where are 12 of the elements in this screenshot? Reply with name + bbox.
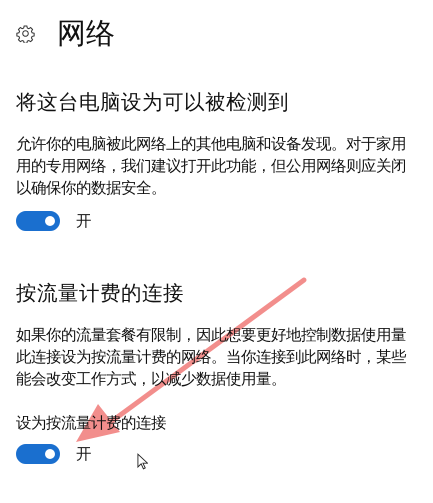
section-description: 如果你的流量套餐有限制，因此想要更好地控制数据使用量此连接设为按流量计费的网络。当你连接到此网络时，某些能会改变工作方式，以减少数据使用量。 — [16, 325, 408, 390]
section-heading: 将这台电脑设为可以被检测到 — [16, 89, 290, 116]
mouse-cursor-icon — [137, 452, 148, 470]
toggle-switch[interactable] — [16, 211, 60, 231]
section-description: 允许你的电脑被此网络上的其他电脑和设备发现。对于家用用的专用网络，我们建议打开此功能，但公用网络则应关闭以确保你的数据安全。 — [16, 134, 407, 199]
toggle-switch[interactable] — [16, 444, 60, 464]
settings-icon — [16, 24, 35, 42]
section-heading: 按流量计费的连接 — [16, 280, 185, 307]
toggle-state: 开 — [76, 210, 91, 232]
page-title: 网络 — [57, 15, 115, 51]
toggle-state: 开 — [76, 444, 91, 464]
toggle-label: 设为按流量计费的连接 — [16, 413, 166, 434]
